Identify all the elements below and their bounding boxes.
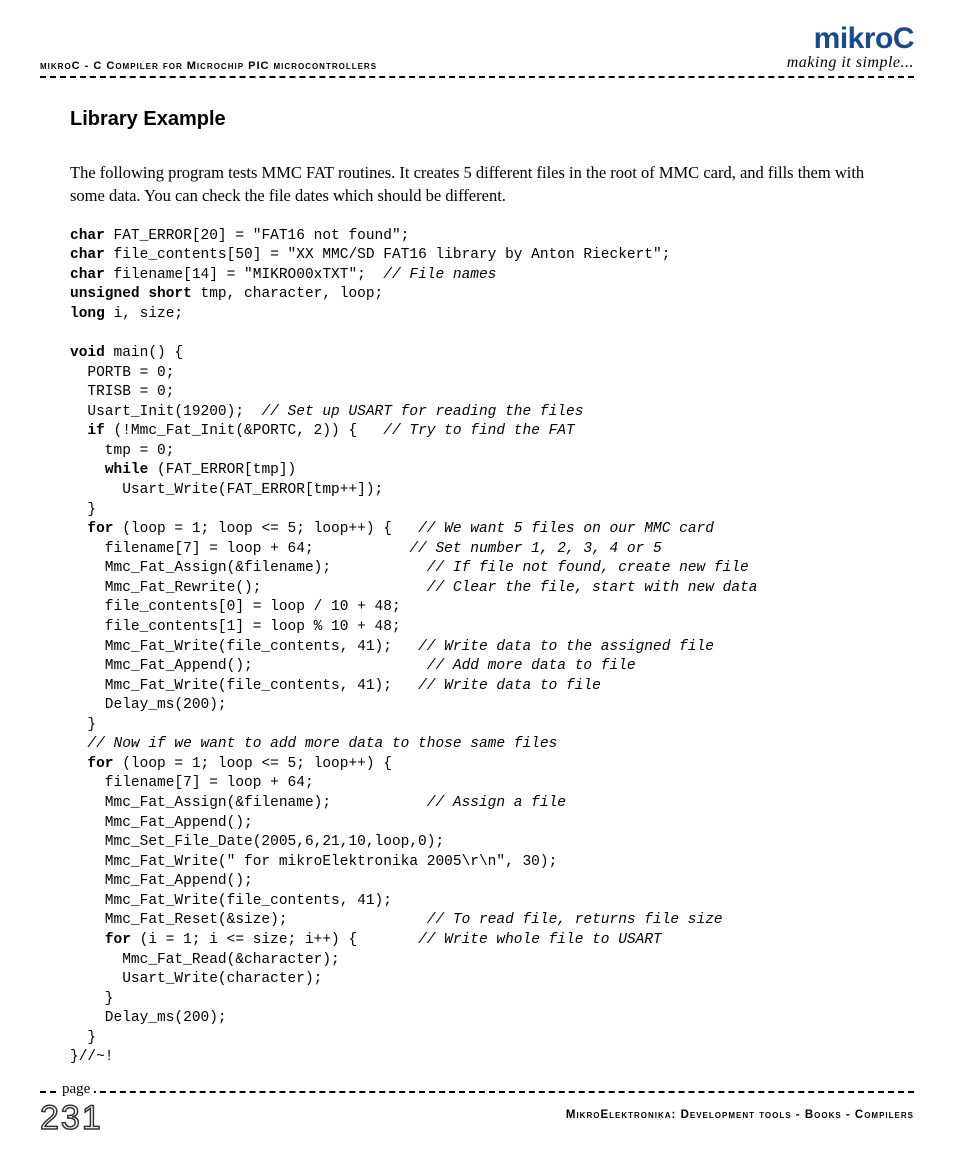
page-label: page bbox=[58, 1081, 94, 1098]
brand-tagline: making it simple... bbox=[787, 54, 914, 72]
brand-logo: mikroC bbox=[787, 25, 914, 54]
page-footer: page 231 MikroElektronika: Development t… bbox=[40, 1091, 914, 1135]
header-divider bbox=[40, 76, 914, 78]
footer-divider bbox=[40, 1091, 914, 1093]
header-right: mikroC making it simple... bbox=[787, 25, 914, 72]
body-paragraph: The following program tests MMC FAT rout… bbox=[70, 161, 884, 207]
section-title: Library Example bbox=[70, 108, 884, 131]
header-left-text: mikroC - C Compiler for Microchip PIC mi… bbox=[40, 60, 377, 72]
page-header: mikroC - C Compiler for Microchip PIC mi… bbox=[40, 25, 914, 72]
code-example: char FAT_ERROR[20] = "FAT16 not found"; … bbox=[70, 227, 884, 1068]
footer-text: MikroElektronika: Development tools - Bo… bbox=[566, 1109, 914, 1121]
page-content: Library Example The following program te… bbox=[40, 108, 914, 1068]
